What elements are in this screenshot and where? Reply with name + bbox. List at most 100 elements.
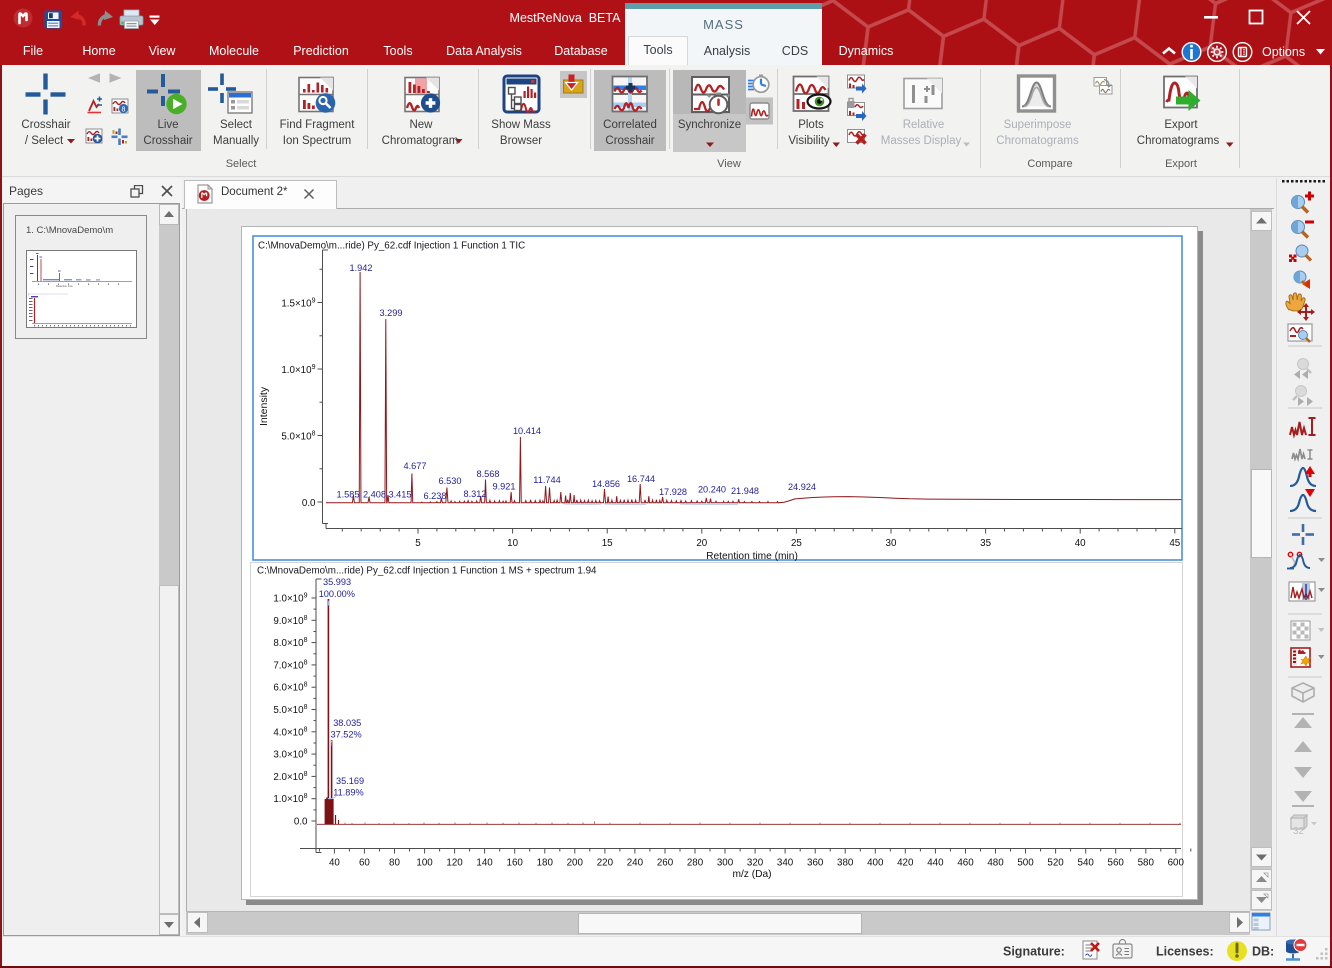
- svg-text:25: 25: [791, 538, 802, 549]
- svg-text:360: 360: [807, 858, 824, 869]
- svg-text:340: 340: [777, 858, 794, 869]
- svg-text:440: 440: [927, 858, 944, 869]
- svg-text:Live: Live: [157, 119, 178, 131]
- svg-text:Export: Export: [1165, 158, 1197, 170]
- svg-text:60: 60: [359, 858, 370, 869]
- svg-text:560: 560: [1108, 858, 1125, 869]
- svg-text:200: 200: [567, 858, 584, 869]
- svg-text:220: 220: [597, 858, 614, 869]
- svg-text:120: 120: [446, 858, 463, 869]
- svg-text:Options: Options: [1262, 45, 1305, 59]
- svg-text:1.0×109: 1.0×109: [281, 364, 315, 376]
- svg-text:20.240: 20.240: [698, 485, 726, 495]
- svg-text:11.744: 11.744: [533, 475, 560, 485]
- svg-text:Visibility: Visibility: [788, 135, 830, 147]
- svg-text:Relative: Relative: [903, 119, 945, 131]
- svg-text:Ion Spectrum: Ion Spectrum: [283, 135, 351, 147]
- svg-text:240: 240: [627, 858, 644, 869]
- svg-text:24.924: 24.924: [788, 482, 816, 492]
- svg-text:1.5×109: 1.5×109: [281, 298, 315, 310]
- svg-text:Plots: Plots: [798, 119, 824, 131]
- svg-text:Manually: Manually: [213, 135, 259, 147]
- svg-text:14.856: 14.856: [592, 479, 620, 489]
- svg-text:Find Fragment: Find Fragment: [280, 119, 356, 131]
- svg-text:8.0×108: 8.0×108: [273, 637, 307, 649]
- svg-text:40: 40: [1075, 538, 1086, 549]
- svg-text:Licenses:: Licenses:: [1156, 945, 1214, 959]
- svg-text:Signature:: Signature:: [1003, 945, 1065, 959]
- svg-text:15: 15: [602, 538, 613, 549]
- svg-text:480: 480: [987, 858, 1004, 869]
- svg-text:45: 45: [1169, 538, 1180, 549]
- svg-text:11.89%: 11.89%: [333, 788, 363, 798]
- svg-text:Show Mass: Show Mass: [491, 119, 551, 131]
- svg-text:8: 8: [122, 106, 126, 113]
- svg-text:8.312: 8.312: [464, 489, 487, 499]
- svg-text:21.948: 21.948: [731, 486, 759, 496]
- svg-text:180: 180: [537, 858, 554, 869]
- svg-text:3.415: 3.415: [389, 490, 412, 500]
- svg-text:8.568: 8.568: [477, 469, 500, 479]
- svg-text:160: 160: [507, 858, 524, 869]
- svg-text:35: 35: [980, 538, 991, 549]
- svg-text:38.035: 38.035: [333, 718, 361, 728]
- svg-text:460: 460: [957, 858, 974, 869]
- svg-text:260: 260: [657, 858, 674, 869]
- svg-text:5.0×108: 5.0×108: [273, 704, 307, 716]
- svg-text:20: 20: [696, 538, 707, 549]
- svg-text:2.408: 2.408: [363, 490, 386, 500]
- svg-text:10: 10: [507, 538, 518, 549]
- svg-text:300: 300: [717, 858, 734, 869]
- svg-text:30: 30: [886, 538, 897, 549]
- svg-text:Select: Select: [226, 158, 257, 170]
- svg-text:3.299: 3.299: [380, 308, 403, 318]
- svg-text:5.0×108: 5.0×108: [281, 431, 315, 443]
- svg-text:37.52%: 37.52%: [331, 730, 362, 740]
- svg-text:17.928: 17.928: [659, 487, 687, 497]
- svg-text:380: 380: [837, 858, 854, 869]
- svg-text:6.530: 6.530: [439, 476, 462, 486]
- svg-text:320: 320: [747, 858, 764, 869]
- svg-text:140: 140: [476, 858, 493, 869]
- svg-text:0.0: 0.0: [294, 817, 308, 828]
- svg-text:1.942: 1.942: [350, 263, 373, 273]
- svg-text:4.677: 4.677: [404, 461, 427, 471]
- svg-text:Chromatograms: Chromatograms: [996, 135, 1079, 147]
- svg-text:32: 32: [1293, 826, 1305, 837]
- svg-text:/ Select: / Select: [25, 135, 64, 147]
- svg-text:Export: Export: [1164, 119, 1198, 131]
- svg-text:DB:: DB:: [1252, 945, 1274, 959]
- svg-text:1.585: 1.585: [337, 490, 360, 500]
- svg-text:400: 400: [867, 858, 884, 869]
- svg-text:100: 100: [416, 858, 433, 869]
- svg-text:9.0×108: 9.0×108: [273, 615, 307, 627]
- svg-text:View: View: [717, 158, 741, 170]
- svg-text:500: 500: [1017, 858, 1034, 869]
- svg-text:Crosshair: Crosshair: [143, 135, 192, 147]
- svg-text:16.744: 16.744: [627, 474, 655, 484]
- svg-text:520: 520: [1047, 858, 1064, 869]
- svg-text:40: 40: [329, 858, 340, 869]
- svg-text:Superimpose: Superimpose: [1004, 119, 1072, 131]
- svg-text:600: 600: [1168, 858, 1185, 869]
- svg-text:5: 5: [415, 538, 421, 549]
- svg-text:35.169: 35.169: [336, 776, 364, 786]
- svg-text:10.414: 10.414: [513, 426, 541, 436]
- svg-text:Retention time: Retention time: [56, 284, 73, 288]
- svg-text:540: 540: [1078, 858, 1095, 869]
- svg-text:100.00%: 100.00%: [319, 589, 355, 599]
- svg-text:Intensity: Intensity: [258, 386, 270, 426]
- svg-text:80: 80: [389, 858, 400, 869]
- svg-text:Chromatograms: Chromatograms: [1137, 135, 1220, 147]
- svg-text:3.0×108: 3.0×108: [273, 749, 307, 761]
- svg-text:280: 280: [687, 858, 704, 869]
- svg-text:4.0×108: 4.0×108: [273, 726, 307, 738]
- svg-text:Synchronize: Synchronize: [678, 119, 741, 131]
- svg-text:9.921: 9.921: [493, 482, 516, 492]
- svg-text:2.0×108: 2.0×108: [273, 771, 307, 783]
- svg-text:Chromatogram: Chromatogram: [382, 135, 459, 147]
- svg-text:420: 420: [897, 858, 914, 869]
- svg-text:Crosshair: Crosshair: [21, 119, 70, 131]
- svg-text:Correlated: Correlated: [603, 119, 657, 131]
- svg-text:7.0×108: 7.0×108: [273, 659, 307, 671]
